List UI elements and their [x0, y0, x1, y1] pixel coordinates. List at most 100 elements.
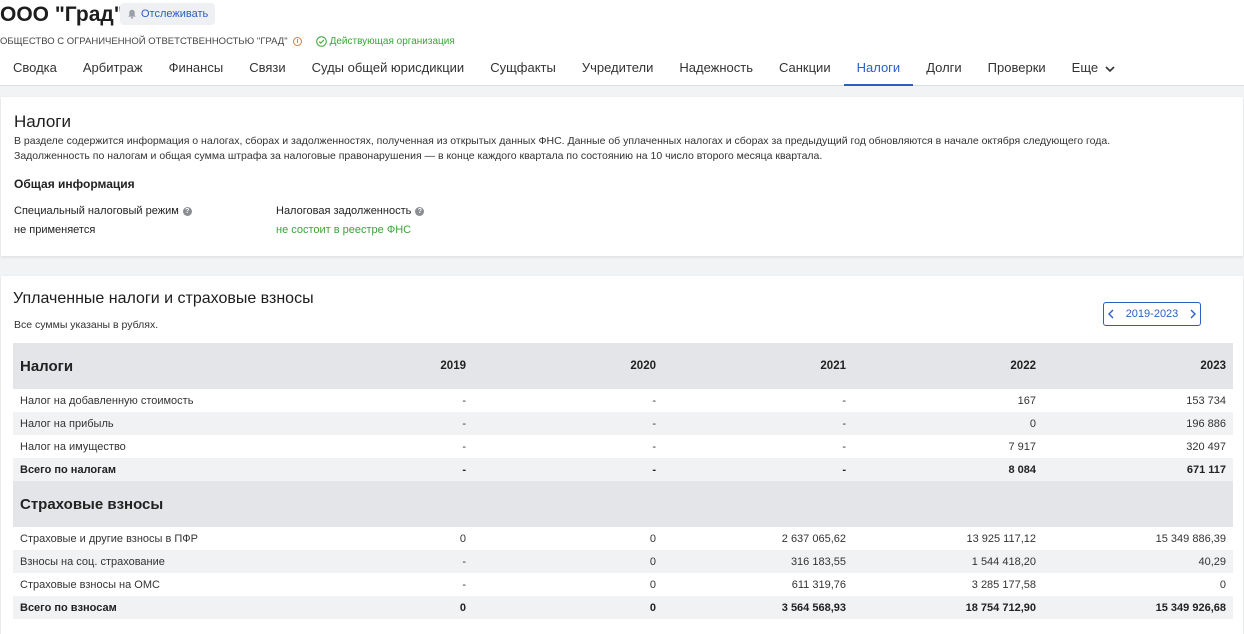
cell: 15 349 886,39: [1155, 532, 1226, 545]
payments-note: Все суммы указаны в рублях.: [14, 319, 159, 331]
row-name: Страховые взносы на ОМС: [20, 578, 160, 591]
year-header: 2020: [473, 343, 663, 389]
insurance-section-title: Страховые взносы: [13, 481, 1233, 527]
tab-label: Надежность: [679, 60, 753, 75]
row-name: Всего по налогам: [13, 458, 283, 481]
tab-courts[interactable]: Суды общей юрисдикции: [299, 51, 478, 85]
company-title: ООО "Град": [0, 3, 124, 26]
cell: 0: [473, 550, 663, 573]
cell: -: [283, 550, 473, 573]
cell: -: [652, 394, 656, 407]
cell: -: [462, 440, 466, 453]
status-text: Действующая организация: [329, 35, 455, 47]
tab-label: Еще: [1071, 60, 1099, 75]
cell: 0: [649, 532, 656, 545]
help-icon[interactable]: ?: [415, 206, 425, 216]
cell: -: [663, 458, 853, 481]
tab-facts[interactable]: Сущфакты: [477, 51, 569, 85]
tax-debt-value: не состоит в реестре ФНС: [276, 224, 412, 236]
general-info-title: Общая информация: [14, 177, 135, 191]
taxes-info-card: Налоги В разделе содержится информация о…: [1, 97, 1243, 256]
row-name: Налог на добавленную стоимость: [20, 394, 194, 407]
tab-label: Сводка: [13, 60, 57, 75]
cell: 1 544 418,20: [853, 550, 1043, 573]
table-row: Страховые взносы на ОМС - 0 611 319,76 3…: [13, 573, 1233, 596]
table-row: Налог на прибыль - - - 0 196 886: [13, 412, 1233, 435]
table-row: Налог на добавленную стоимость - - - 167…: [13, 389, 1233, 412]
tab-reliability[interactable]: Надежность: [666, 51, 766, 85]
period-selector: 2019-2023: [1103, 302, 1201, 326]
tab-summary[interactable]: Сводка: [0, 51, 70, 85]
info-icon[interactable]: [292, 36, 302, 46]
cell: -: [473, 458, 663, 481]
tax-debt-label-text: Налоговая задолженность: [276, 205, 412, 217]
cell: 7 917: [1008, 440, 1036, 453]
cell: 153 734: [1186, 394, 1226, 407]
cell: 0: [649, 578, 656, 591]
taxes-description: В разделе содержится информация о налога…: [14, 134, 1234, 164]
tab-connections[interactable]: Связи: [236, 51, 298, 85]
tab-debts[interactable]: Долги: [913, 51, 974, 85]
row-name: Всего по взносам: [13, 596, 283, 619]
follow-label: Отслеживать: [141, 8, 209, 20]
follow-button[interactable]: Отслеживать: [120, 3, 216, 25]
help-icon[interactable]: ?: [182, 206, 192, 216]
cell: 0: [283, 596, 473, 619]
cell: 18 754 712,90: [853, 596, 1043, 619]
year-header: 2023: [1043, 343, 1233, 389]
row-name: Налог на имущество: [20, 440, 126, 453]
tab-sanctions[interactable]: Санкции: [766, 51, 844, 85]
taxes-column-header: Налоги: [13, 343, 283, 389]
special-regime-label: Специальный налоговый режим ?: [14, 205, 192, 217]
tab-label: Долги: [926, 60, 962, 75]
cell: 196 886: [1043, 412, 1233, 435]
insurance-total-row: Всего по взносам 0 0 3 564 568,93 18 754…: [13, 596, 1233, 619]
cell: -: [283, 412, 473, 435]
cell: -: [473, 412, 663, 435]
chevron-right-icon[interactable]: [1189, 309, 1197, 319]
payments-title: Уплаченные налоги и страховые взносы: [13, 290, 314, 307]
cell: 3 564 568,93: [663, 596, 853, 619]
cell: 2 637 065,62: [781, 532, 846, 545]
row-name: Страховые и другие взносы в ПФР: [20, 532, 199, 545]
tab-label: Налоги: [856, 60, 901, 75]
tab-inspections[interactable]: Проверки: [975, 51, 1059, 85]
cell: 0: [473, 596, 663, 619]
special-regime-value: не применяется: [14, 224, 96, 236]
tax-debt-label: Налоговая задолженность ?: [276, 205, 425, 217]
cell: -: [842, 440, 846, 453]
company-full-name: ОБЩЕСТВО С ОГРАНИЧЕННОЙ ОТВЕТСТВЕННОСТЬЮ…: [0, 35, 288, 47]
cell: 0: [853, 412, 1043, 435]
tab-label: Финансы: [168, 60, 224, 75]
status-badge: Действующая организация: [315, 35, 455, 47]
tabs-bar: Сводка Арбитраж Финансы Связи Суды общей…: [0, 51, 1244, 86]
company-header: ООО "Град" Отслеживать ОБЩЕСТВО С ОГРАНИ…: [0, 0, 1244, 86]
year-header: 2019: [283, 343, 473, 389]
description-line: Задолженность по налогам и общая сумма ш…: [14, 150, 823, 162]
insurance-section-header: Страховые взносы: [13, 481, 1233, 527]
tab-founders[interactable]: Учредители: [569, 51, 667, 85]
tab-more[interactable]: Еще: [1059, 51, 1128, 85]
cell: 167: [1017, 394, 1036, 407]
row-name: Взносы на соц. страхование: [13, 550, 283, 573]
cell: -: [462, 394, 466, 407]
cell: 40,29: [1043, 550, 1233, 573]
tab-taxes[interactable]: Налоги: [843, 51, 914, 86]
cell: -: [283, 458, 473, 481]
tab-label: Учредители: [581, 60, 654, 75]
period-label: 2019-2023: [1125, 308, 1179, 320]
tab-finance[interactable]: Финансы: [156, 51, 237, 85]
tab-label: Проверки: [987, 60, 1046, 75]
cell: 320 497: [1186, 440, 1226, 453]
check-circle-icon: [315, 35, 327, 47]
table-row: Страховые и другие взносы в ПФР 0 0 2 63…: [13, 527, 1233, 550]
year-header: 2022: [853, 343, 1043, 389]
chevron-down-icon: [1105, 65, 1115, 72]
chevron-left-icon[interactable]: [1107, 309, 1115, 319]
payments-table: Налоги 2019 2020 2021 2022 2023 Налог на…: [13, 343, 1233, 619]
cell: 671 117: [1043, 458, 1233, 481]
cell: 3 285 177,58: [971, 578, 1036, 591]
tab-arbitration[interactable]: Арбитраж: [70, 51, 156, 85]
cell: 13 925 117,12: [966, 532, 1036, 545]
tab-label: Суды общей юрисдикции: [311, 60, 465, 75]
